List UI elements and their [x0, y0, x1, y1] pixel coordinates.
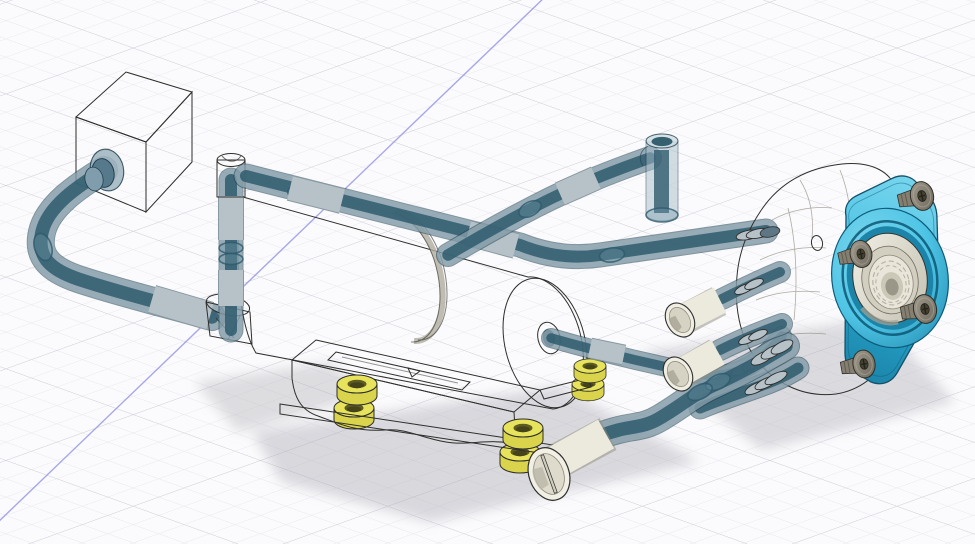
pipe-sleeve — [148, 286, 214, 329]
cad-viewport[interactable] — [0, 0, 975, 544]
model-canvas[interactable] — [0, 0, 975, 544]
stub-bottom-ring — [645, 207, 679, 223]
pipe-sleeve — [555, 167, 601, 205]
pipe-sleeve — [287, 176, 345, 213]
pipe-coupler-ring — [218, 252, 244, 266]
pipe-coupler-ring — [218, 241, 244, 255]
pipe-sleeve — [588, 338, 626, 365]
washer-back-right-upper — [573, 358, 607, 384]
washer-front-left-upper — [336, 374, 378, 406]
washer-front-right-upper — [502, 418, 544, 450]
